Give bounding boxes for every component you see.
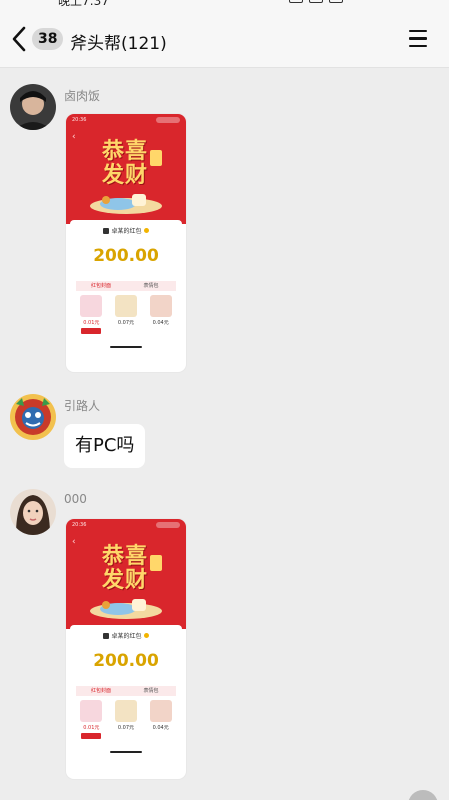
- blessing-text: 恭喜 发财: [102, 139, 149, 188]
- back-button[interactable]: 38: [10, 24, 64, 54]
- hamburger-menu-icon: [409, 30, 427, 33]
- image-message[interactable]: 20:36 ‹ 恭喜 发财 卓某的红包 200.00 红包封面 表情包 0.01元…: [66, 519, 186, 779]
- chat-title: 斧头帮(121): [70, 34, 167, 54]
- status-icons: [289, 0, 409, 6]
- blessing-text: 恭喜 发财: [102, 544, 149, 593]
- unread-badge: 38: [32, 28, 64, 50]
- sender-name: 卤肉饭: [64, 89, 101, 103]
- chat-header: 38 斧头帮(121): [0, 10, 449, 68]
- avatar[interactable]: [10, 84, 56, 130]
- menu-button[interactable]: [407, 30, 429, 48]
- sender-name: 000: [64, 492, 87, 506]
- chevron-left-icon: [12, 26, 26, 52]
- sender-name: 引路人: [64, 399, 101, 413]
- image-message[interactable]: 20:36 ‹ 恭喜 发财 卓某的红包 200.00 红包封面 表情包 0.01元…: [66, 114, 186, 372]
- status-bar: 晚上7:37: [0, 0, 449, 10]
- text-message[interactable]: 有PC吗: [64, 424, 146, 468]
- status-time: 晚上7:37: [58, 0, 109, 8]
- red-packet-amount: 200.00: [93, 246, 159, 266]
- avatar[interactable]: [10, 489, 56, 535]
- avatar[interactable]: [10, 394, 56, 440]
- red-packet-amount: 200.00: [93, 651, 159, 671]
- scroll-to-bottom-button[interactable]: [408, 790, 438, 800]
